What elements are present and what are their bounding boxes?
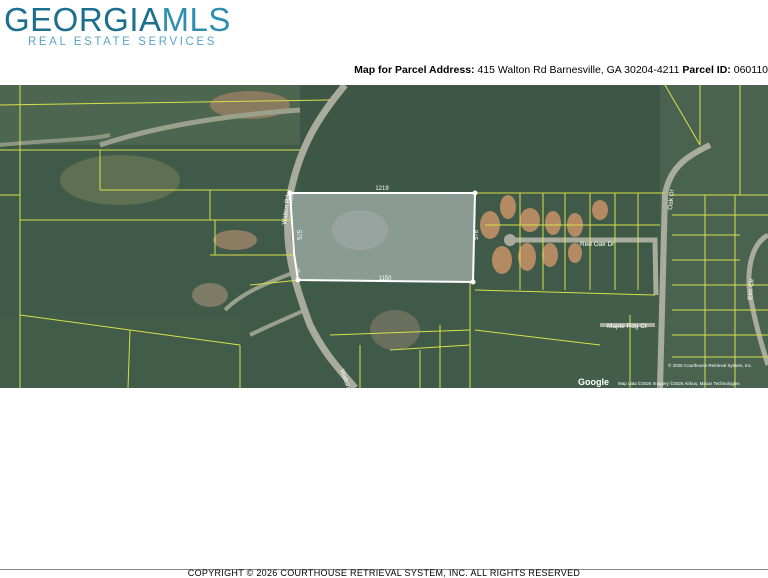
forest-patch — [660, 85, 768, 388]
logo-brand-part1: GEORGIA — [4, 1, 162, 38]
parcel-vertex — [470, 279, 476, 285]
parcel-vertex — [295, 277, 301, 283]
forest-patch — [0, 315, 240, 388]
logo-brand-part2: MLS — [161, 1, 231, 38]
label-red-oak-dr: Red Oak Dr — [580, 241, 615, 248]
parcel-vertex — [287, 190, 293, 196]
clearing — [370, 310, 420, 350]
footer-copyright: COPYRIGHT © 2026 COURTHOUSE RETRIEVAL SY… — [187, 568, 581, 578]
map-canvas: 1219 1150 578 575 Walton Rd Walton Red O… — [0, 85, 768, 388]
clearing — [213, 230, 257, 250]
clearing — [192, 283, 228, 307]
label-maple-ridge-ct: Maple Rdg Ct — [607, 323, 647, 330]
dim-left: 575 — [295, 230, 301, 241]
map-title-line: Map for Parcel Address: 415 Walton Rd Ba… — [354, 64, 768, 76]
cul-de-sac — [504, 234, 516, 246]
forest-patch — [300, 85, 670, 195]
aerial-map[interactable]: 1219 1150 578 575 Walton Rd Walton Red O… — [0, 85, 768, 388]
georgia-mls-logo: GEORGIAMLS REAL ESTATE SERVICES — [4, 2, 230, 54]
dim-right: 578 — [474, 229, 480, 240]
parcel-vertex — [472, 190, 478, 196]
google-watermark: Google — [578, 377, 609, 387]
crs-copyright-overlay: © 2026 Courthouse Retrieval System, Inc. — [668, 362, 752, 368]
map-label: Map for Parcel Address: — [354, 64, 475, 76]
clearing — [60, 155, 180, 205]
map-attribution: Map data ©2026 Imagery ©2026 Airbus, Max… — [618, 380, 740, 386]
parcel-address: 415 Walton Rd Barnesville, GA 30204-4211 — [477, 64, 680, 76]
parcel-id-value: 060110 — [733, 64, 768, 76]
dim-top: 1219 — [375, 186, 389, 192]
logo-wordmark: GEORGIAMLS — [4, 2, 231, 38]
parcel-id-label: Parcel ID: — [682, 64, 731, 76]
pond — [332, 210, 388, 250]
logo-tagline: REAL ESTATE SERVICES — [28, 36, 217, 48]
dim-bottom: 1150 — [379, 276, 393, 282]
